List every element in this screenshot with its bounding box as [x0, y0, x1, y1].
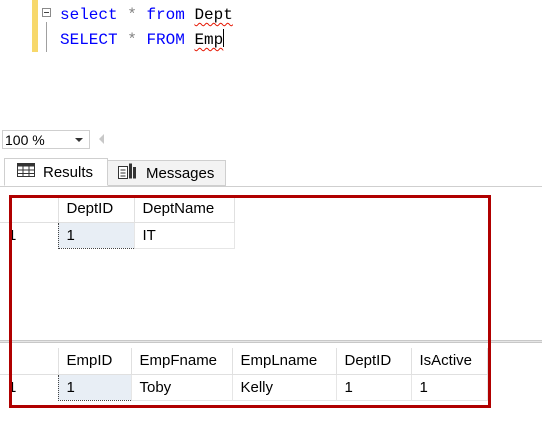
operator-star: * — [127, 31, 137, 49]
keyword-from: from — [146, 6, 185, 24]
grid-icon — [17, 163, 35, 181]
zoom-dropdown[interactable]: 100 % — [2, 130, 90, 149]
table-name-dept: Dept — [194, 6, 233, 24]
tab-results-label: Results — [43, 163, 94, 181]
grid-cell[interactable]: Toby — [130, 373, 233, 401]
table-row[interactable]: 1 1 Toby Kelly 1 1 — [0, 373, 488, 401]
grid-cell[interactable]: IT — [133, 221, 235, 249]
result-grid-dept[interactable]: DeptID DeptName 1 1 IT — [0, 196, 235, 249]
column-header[interactable]: IsActive — [410, 348, 488, 375]
grid-cell[interactable]: 1 — [410, 373, 488, 401]
keyword-select: SELECT — [60, 31, 118, 49]
tab-messages-label: Messages — [146, 164, 215, 182]
messages-icon — [118, 163, 138, 183]
grid-cell[interactable]: 1 — [335, 373, 412, 401]
keyword-from: FROM — [146, 31, 185, 49]
operator-star: * — [127, 6, 137, 24]
text-caret — [223, 29, 225, 47]
grid-cell-selected[interactable]: 1 — [57, 221, 135, 249]
grid-corner-cell[interactable] — [0, 348, 59, 375]
change-margin — [32, 0, 38, 52]
row-number[interactable]: 1 — [0, 374, 58, 400]
horizontal-scrollbar[interactable] — [110, 132, 540, 146]
grid-header-row: DeptID DeptName — [0, 196, 235, 223]
column-header[interactable]: DeptID — [335, 348, 412, 375]
grid-cell[interactable]: Kelly — [231, 373, 337, 401]
result-grid-emp[interactable]: EmpID EmpFname EmpLname DeptID IsActive … — [0, 348, 488, 401]
column-header[interactable]: EmpID — [57, 348, 132, 375]
row-number[interactable]: 1 — [0, 222, 58, 248]
grid-cell-selected[interactable]: 1 — [57, 373, 132, 401]
table-name-emp: Emp — [194, 31, 224, 49]
grid-corner-cell[interactable] — [0, 196, 59, 223]
tab-messages[interactable]: Messages — [108, 160, 226, 186]
tab-results[interactable]: Results — [4, 158, 108, 186]
column-header[interactable]: DeptID — [57, 196, 135, 223]
code-line-2[interactable]: SELECT * FROM Emp — [60, 29, 225, 50]
zoom-value: 100 % — [5, 131, 45, 148]
results-splitter[interactable] — [0, 340, 542, 343]
scroll-left-icon[interactable] — [99, 134, 104, 144]
column-header[interactable]: DeptName — [133, 196, 235, 223]
column-header[interactable]: EmpFname — [130, 348, 233, 375]
collapse-toggle-icon[interactable] — [42, 8, 51, 17]
outline-rail — [46, 22, 47, 52]
table-row[interactable]: 1 1 IT — [0, 221, 235, 249]
query-editor[interactable]: select * from Dept SELECT * FROM Emp — [0, 0, 542, 127]
keyword-select: select — [60, 6, 118, 24]
results-tabs: Results Messages — [0, 152, 542, 187]
zoom-bar: 100 % — [0, 127, 542, 151]
chevron-down-icon[interactable] — [75, 138, 83, 142]
grid-header-row: EmpID EmpFname EmpLname DeptID IsActive — [0, 348, 488, 375]
code-line-1[interactable]: select * from Dept — [60, 5, 233, 25]
column-header[interactable]: EmpLname — [231, 348, 337, 375]
